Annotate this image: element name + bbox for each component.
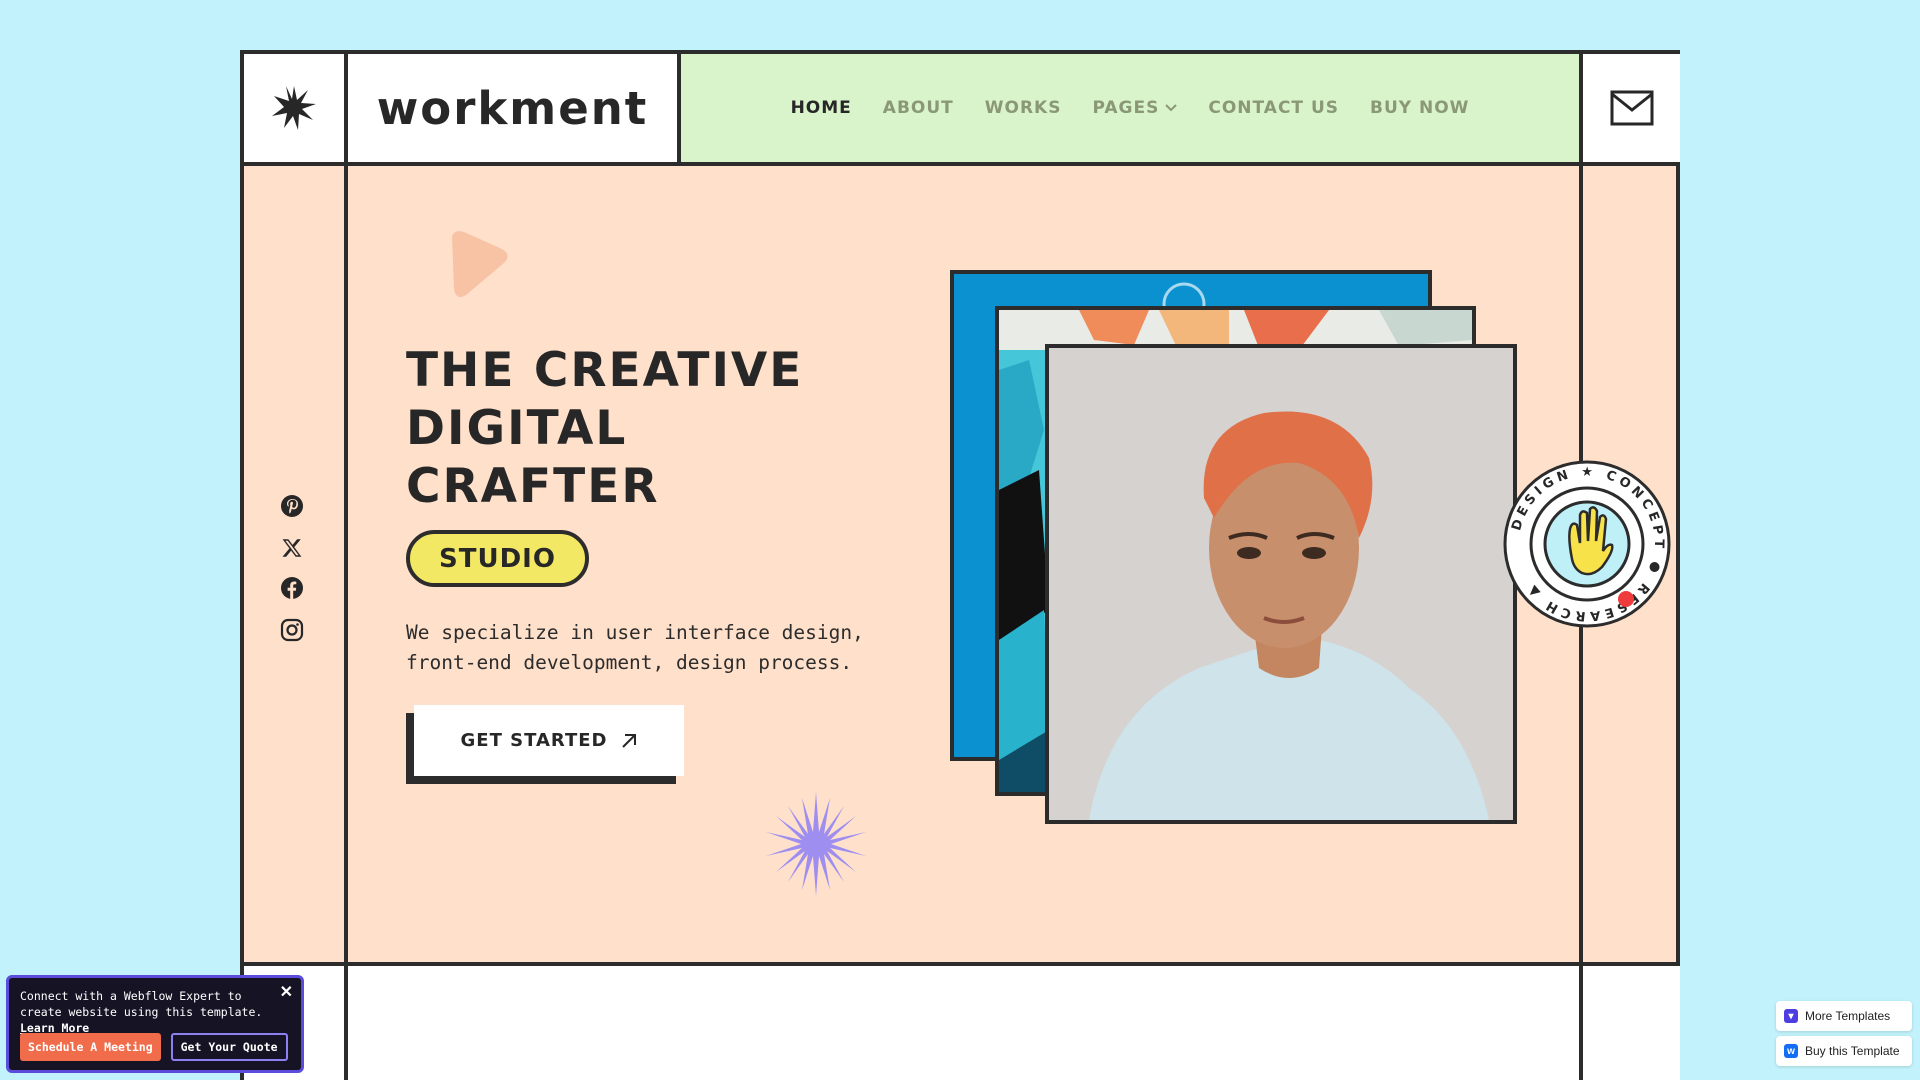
nav-item-contact[interactable]: CONTACT US xyxy=(1208,98,1339,118)
headline-line-2: DIGITAL xyxy=(406,401,628,456)
grid-line-brand xyxy=(677,54,681,162)
nav-item-pages-label: PAGES xyxy=(1092,98,1160,118)
more-templates-label: More Templates xyxy=(1805,1009,1891,1023)
nav-item-pages[interactable]: PAGES xyxy=(1092,98,1178,118)
main-nav: HOME ABOUT WORKS PAGES CONTACT US BUY NO… xyxy=(681,54,1579,162)
brand-wordmark[interactable]: workment xyxy=(377,82,649,135)
pinterest-icon xyxy=(281,495,303,517)
get-quote-button[interactable]: Get Your Quote xyxy=(170,1033,288,1061)
popup-text: Connect with a Webflow Expert to create … xyxy=(20,989,263,1019)
popup-actions: Schedule A Meeting Get Your Quote xyxy=(20,1033,288,1061)
templates-icon: ▾ xyxy=(1784,1009,1798,1023)
grid-line-left xyxy=(344,54,348,1080)
webflow-icon: w xyxy=(1784,1044,1798,1058)
nav-item-about[interactable]: ABOUT xyxy=(883,98,954,118)
triangle-shape-icon xyxy=(452,231,508,297)
brand-cell[interactable]: workment xyxy=(348,54,677,162)
grid-line-right-bottom xyxy=(1579,966,1583,1080)
nav-item-buy-now[interactable]: BUY NOW xyxy=(1370,98,1469,118)
get-started-label: GET STARTED xyxy=(460,730,608,751)
more-templates-button[interactable]: ▾ More Templates xyxy=(1776,1001,1912,1031)
pinterest-link[interactable] xyxy=(276,490,308,522)
instagram-link[interactable] xyxy=(276,614,308,646)
logo-cell[interactable] xyxy=(244,54,344,162)
hero-description: We specialize in user interface design, … xyxy=(406,618,926,678)
buy-template-label: Buy this Template xyxy=(1805,1044,1900,1058)
x-link[interactable] xyxy=(276,532,308,564)
headline-line-3: CRAFTER xyxy=(406,459,660,514)
page-frame: workment HOME ABOUT WORKS PAGES CONTACT … xyxy=(240,50,1680,1080)
description-line-2: front-end development, design process. xyxy=(406,651,853,674)
headline-line-1: THE CREATIVE xyxy=(406,343,804,398)
description-line-1: We specialize in user interface design, xyxy=(406,621,864,644)
popup-message: Connect with a Webflow Expert to create … xyxy=(20,988,290,1036)
webflow-expert-popup: ✕ Connect with a Webflow Expert to creat… xyxy=(6,975,304,1073)
design-concept-badge: DESIGN ★ CONCEPT ● RESEARCH ▲ xyxy=(1503,460,1671,628)
get-started-button[interactable]: GET STARTED xyxy=(414,705,684,776)
facebook-icon xyxy=(281,577,303,599)
studio-tag: STUDIO xyxy=(406,530,589,587)
next-section xyxy=(244,966,1680,1080)
buy-template-button[interactable]: w Buy this Template xyxy=(1776,1036,1912,1066)
portrait-photo-card xyxy=(1045,344,1517,824)
mail-icon xyxy=(1610,90,1653,126)
mail-cell[interactable] xyxy=(1583,54,1680,162)
arrow-up-right-icon xyxy=(622,733,637,748)
star-logo-icon xyxy=(272,86,316,130)
chevron-down-icon xyxy=(1165,104,1178,112)
grid-line-header xyxy=(244,162,1680,166)
hero-headline: THE CREATIVE DIGITAL CRAFTER xyxy=(406,342,803,516)
x-icon xyxy=(282,539,302,557)
instagram-icon xyxy=(280,618,304,642)
nav-item-works[interactable]: WORKS xyxy=(985,98,1062,118)
nav-item-home[interactable]: HOME xyxy=(791,98,852,118)
starburst-icon xyxy=(766,792,866,896)
grid-line-left-bottom xyxy=(344,966,348,1080)
portrait-illustration xyxy=(1049,348,1513,820)
schedule-meeting-button[interactable]: Schedule A Meeting xyxy=(20,1033,161,1061)
facebook-link[interactable] xyxy=(276,572,308,604)
close-icon[interactable]: ✕ xyxy=(280,982,293,1002)
